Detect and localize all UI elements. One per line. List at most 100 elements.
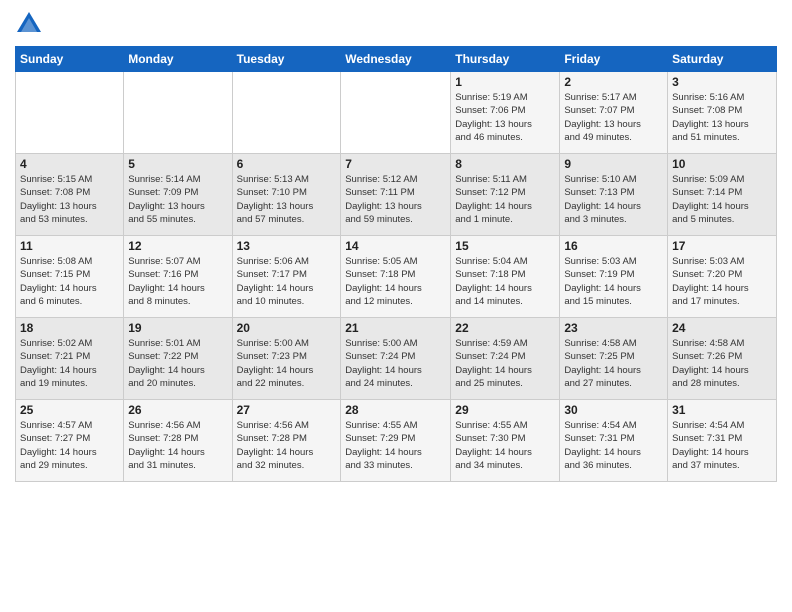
day-header-wednesday: Wednesday	[341, 47, 451, 72]
calendar-cell: 20 Sunrise: 5:00 AM Sunset: 7:23 PM Dayli…	[232, 318, 341, 400]
calendar-week-1: 1 Sunrise: 5:19 AM Sunset: 7:06 PM Daylig…	[16, 72, 777, 154]
calendar-cell: 24 Sunrise: 4:58 AM Sunset: 7:26 PM Dayli…	[668, 318, 777, 400]
calendar-cell: 23Sunrise: 4:58 AM Sunset: 7:25 PM Dayli…	[560, 318, 668, 400]
day-info: Sunrise: 5:12 AM Sunset: 7:11 PM Dayligh…	[345, 173, 446, 226]
day-info: Sunrise: 5:11 AM Sunset: 7:12 PM Dayligh…	[455, 173, 555, 226]
day-info: Sunrise: 5:13 AM Sunset: 7:10 PM Dayligh…	[237, 173, 337, 226]
day-number: 1	[455, 75, 555, 89]
calendar-cell: 6 Sunrise: 5:13 AM Sunset: 7:10 PM Daylig…	[232, 154, 341, 236]
header	[15, 10, 777, 38]
calendar-cell: 14Sunrise: 5:05 AM Sunset: 7:18 PM Dayli…	[341, 236, 451, 318]
calendar-cell: 16Sunrise: 5:03 AM Sunset: 7:19 PM Dayli…	[560, 236, 668, 318]
calendar-cell: 11Sunrise: 5:08 AM Sunset: 7:15 PM Dayli…	[16, 236, 124, 318]
day-number: 3	[672, 75, 772, 89]
calendar-cell	[232, 72, 341, 154]
day-info: Sunrise: 5:16 AM Sunset: 7:08 PM Dayligh…	[672, 91, 772, 144]
day-number: 6	[237, 157, 337, 171]
calendar-cell: 13 Sunrise: 5:06 AM Sunset: 7:17 PM Dayli…	[232, 236, 341, 318]
day-number: 23	[564, 321, 663, 335]
day-number: 22	[455, 321, 555, 335]
day-header-friday: Friday	[560, 47, 668, 72]
day-number: 8	[455, 157, 555, 171]
day-info: Sunrise: 5:10 AM Sunset: 7:13 PM Dayligh…	[564, 173, 663, 226]
day-info: Sunrise: 4:55 AM Sunset: 7:30 PM Dayligh…	[455, 419, 555, 472]
day-number: 2	[564, 75, 663, 89]
calendar-cell: 17Sunrise: 5:03 AM Sunset: 7:20 PM Dayli…	[668, 236, 777, 318]
day-number: 14	[345, 239, 446, 253]
calendar-cell	[341, 72, 451, 154]
day-info: Sunrise: 4:54 AM Sunset: 7:31 PM Dayligh…	[672, 419, 772, 472]
day-number: 12	[128, 239, 227, 253]
calendar-cell: 21 Sunrise: 5:00 AM Sunset: 7:24 PM Dayli…	[341, 318, 451, 400]
day-header-monday: Monday	[124, 47, 232, 72]
day-info: Sunrise: 5:04 AM Sunset: 7:18 PM Dayligh…	[455, 255, 555, 308]
day-number: 4	[20, 157, 119, 171]
calendar-week-3: 11Sunrise: 5:08 AM Sunset: 7:15 PM Dayli…	[16, 236, 777, 318]
day-number: 5	[128, 157, 227, 171]
day-info: Sunrise: 4:56 AM Sunset: 7:28 PM Dayligh…	[128, 419, 227, 472]
calendar-cell: 7 Sunrise: 5:12 AM Sunset: 7:11 PM Daylig…	[341, 154, 451, 236]
day-info: Sunrise: 4:56 AM Sunset: 7:28 PM Dayligh…	[237, 419, 337, 472]
day-info: Sunrise: 4:57 AM Sunset: 7:27 PM Dayligh…	[20, 419, 119, 472]
day-number: 10	[672, 157, 772, 171]
day-info: Sunrise: 4:54 AM Sunset: 7:31 PM Dayligh…	[564, 419, 663, 472]
day-number: 25	[20, 403, 119, 417]
day-number: 20	[237, 321, 337, 335]
day-number: 28	[345, 403, 446, 417]
day-info: Sunrise: 5:03 AM Sunset: 7:19 PM Dayligh…	[564, 255, 663, 308]
calendar-cell: 27 Sunrise: 4:56 AM Sunset: 7:28 PM Dayli…	[232, 400, 341, 482]
day-header-tuesday: Tuesday	[232, 47, 341, 72]
day-number: 27	[237, 403, 337, 417]
day-header-thursday: Thursday	[451, 47, 560, 72]
calendar-cell: 2 Sunrise: 5:17 AM Sunset: 7:07 PM Daylig…	[560, 72, 668, 154]
day-number: 31	[672, 403, 772, 417]
day-info: Sunrise: 5:17 AM Sunset: 7:07 PM Dayligh…	[564, 91, 663, 144]
calendar-cell: 3 Sunrise: 5:16 AM Sunset: 7:08 PM Daylig…	[668, 72, 777, 154]
day-info: Sunrise: 5:19 AM Sunset: 7:06 PM Dayligh…	[455, 91, 555, 144]
calendar-cell: 25 Sunrise: 4:57 AM Sunset: 7:27 PM Dayli…	[16, 400, 124, 482]
calendar-cell	[124, 72, 232, 154]
day-number: 7	[345, 157, 446, 171]
day-info: Sunrise: 4:58 AM Sunset: 7:26 PM Dayligh…	[672, 337, 772, 390]
day-info: Sunrise: 5:08 AM Sunset: 7:15 PM Dayligh…	[20, 255, 119, 308]
day-info: Sunrise: 5:14 AM Sunset: 7:09 PM Dayligh…	[128, 173, 227, 226]
day-info: Sunrise: 5:06 AM Sunset: 7:17 PM Dayligh…	[237, 255, 337, 308]
page: SundayMondayTuesdayWednesdayThursdayFrid…	[0, 0, 792, 612]
calendar-cell: 10 Sunrise: 5:09 AM Sunset: 7:14 PM Dayli…	[668, 154, 777, 236]
day-info: Sunrise: 5:00 AM Sunset: 7:23 PM Dayligh…	[237, 337, 337, 390]
calendar-cell: 18Sunrise: 5:02 AM Sunset: 7:21 PM Dayli…	[16, 318, 124, 400]
day-info: Sunrise: 5:01 AM Sunset: 7:22 PM Dayligh…	[128, 337, 227, 390]
day-info: Sunrise: 4:55 AM Sunset: 7:29 PM Dayligh…	[345, 419, 446, 472]
day-info: Sunrise: 5:00 AM Sunset: 7:24 PM Dayligh…	[345, 337, 446, 390]
day-info: Sunrise: 5:09 AM Sunset: 7:14 PM Dayligh…	[672, 173, 772, 226]
calendar-cell: 29 Sunrise: 4:55 AM Sunset: 7:30 PM Dayli…	[451, 400, 560, 482]
day-number: 24	[672, 321, 772, 335]
logo	[15, 10, 46, 38]
calendar-week-2: 4 Sunrise: 5:15 AM Sunset: 7:08 PM Daylig…	[16, 154, 777, 236]
calendar-cell: 30 Sunrise: 4:54 AM Sunset: 7:31 PM Dayli…	[560, 400, 668, 482]
calendar-cell: 15 Sunrise: 5:04 AM Sunset: 7:18 PM Dayli…	[451, 236, 560, 318]
day-number: 13	[237, 239, 337, 253]
day-info: Sunrise: 5:07 AM Sunset: 7:16 PM Dayligh…	[128, 255, 227, 308]
day-number: 29	[455, 403, 555, 417]
day-number: 9	[564, 157, 663, 171]
day-number: 18	[20, 321, 119, 335]
calendar-cell: 12 Sunrise: 5:07 AM Sunset: 7:16 PM Dayli…	[124, 236, 232, 318]
day-number: 30	[564, 403, 663, 417]
calendar-cell: 9 Sunrise: 5:10 AM Sunset: 7:13 PM Daylig…	[560, 154, 668, 236]
calendar-cell: 1 Sunrise: 5:19 AM Sunset: 7:06 PM Daylig…	[451, 72, 560, 154]
day-number: 19	[128, 321, 227, 335]
day-header-saturday: Saturday	[668, 47, 777, 72]
calendar-header-row: SundayMondayTuesdayWednesdayThursdayFrid…	[16, 47, 777, 72]
calendar-cell: 26Sunrise: 4:56 AM Sunset: 7:28 PM Dayli…	[124, 400, 232, 482]
calendar-cell: 19 Sunrise: 5:01 AM Sunset: 7:22 PM Dayli…	[124, 318, 232, 400]
calendar-week-5: 25 Sunrise: 4:57 AM Sunset: 7:27 PM Dayli…	[16, 400, 777, 482]
day-number: 21	[345, 321, 446, 335]
day-header-sunday: Sunday	[16, 47, 124, 72]
day-info: Sunrise: 4:59 AM Sunset: 7:24 PM Dayligh…	[455, 337, 555, 390]
calendar-cell: 4 Sunrise: 5:15 AM Sunset: 7:08 PM Daylig…	[16, 154, 124, 236]
day-number: 15	[455, 239, 555, 253]
calendar-cell: 31 Sunrise: 4:54 AM Sunset: 7:31 PM Dayli…	[668, 400, 777, 482]
logo-icon	[15, 10, 43, 38]
day-info: Sunrise: 5:15 AM Sunset: 7:08 PM Dayligh…	[20, 173, 119, 226]
